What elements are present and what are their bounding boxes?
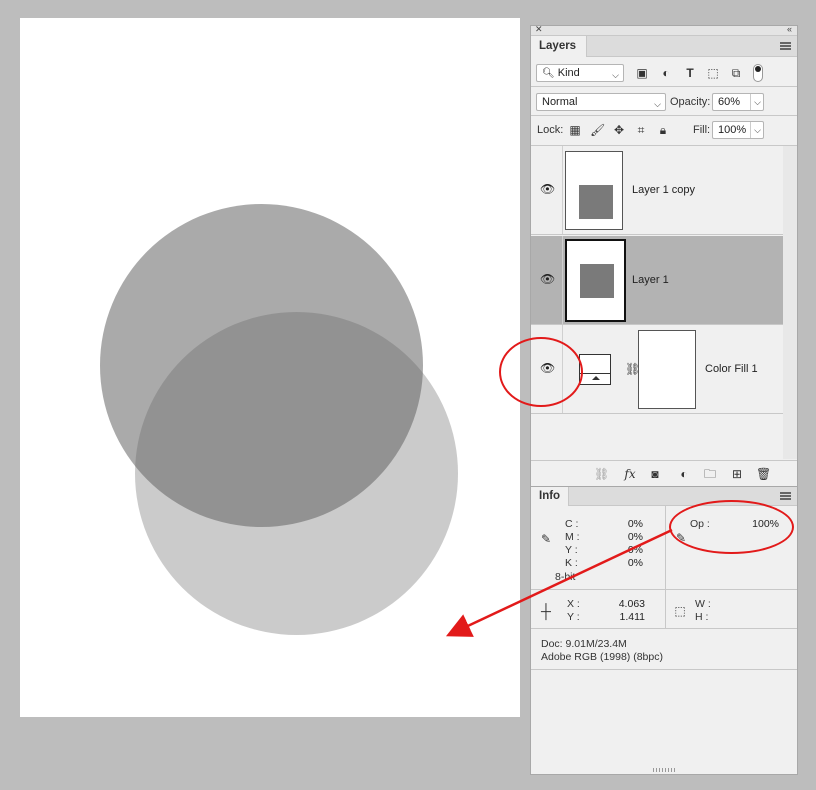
shape-filter-icon[interactable]: ⬚ — [706, 66, 720, 80]
filter-kind-dropdown[interactable]: 🔍︎ Kind ⌵ — [536, 64, 624, 82]
folder-icon[interactable]: 🗀︎ — [703, 467, 717, 481]
crop-icon[interactable]: ⌗ — [634, 123, 648, 137]
panel-topbar: ✕ « — [531, 24, 797, 36]
k-value: 0% — [627, 557, 643, 569]
chevron-down-icon[interactable]: ⌵ — [750, 122, 761, 138]
fill-value: 100% — [718, 124, 747, 136]
smart-object-filter-icon[interactable]: ⧉ — [729, 66, 743, 80]
k-label: K : — [565, 557, 578, 569]
visibility-eye-icon[interactable]: 👁︎ — [540, 273, 555, 285]
visibility-eye-icon[interactable]: 👁︎ — [540, 183, 555, 195]
blend-mode-value: Normal — [542, 96, 578, 108]
resize-grip[interactable] — [653, 768, 675, 772]
lock-label: Lock: — [537, 124, 564, 136]
layer-name[interactable]: Layer 1 copy — [632, 184, 695, 196]
y-value: 0% — [627, 544, 643, 556]
y-coord-value: 1.411 — [619, 611, 646, 623]
layers-scrollbar[interactable] — [783, 146, 797, 459]
filter-toggle-icon[interactable] — [753, 64, 763, 82]
doc-size: Doc: 9.01M/23.4M — [541, 638, 627, 650]
adjustment-layer-icon[interactable]: ◐ — [677, 467, 691, 481]
trash-icon[interactable]: 🗑︎ — [756, 467, 771, 481]
chevron-down-icon: ⌵ — [654, 99, 661, 109]
collapse-icon[interactable]: « — [787, 24, 792, 34]
pixel-layer-filter-icon[interactable]: ▣ — [635, 66, 649, 80]
eyedropper-icon[interactable]: ✎ — [539, 532, 553, 546]
lock-row: Lock: ▦ 🖌︎ ✥ ⌗ 🔒︎ Fill: 100% ⌵ — [531, 116, 797, 144]
x-label: X : — [567, 598, 580, 610]
close-icon[interactable]: ✕ — [535, 24, 543, 35]
lock-icon[interactable]: 🔒︎ — [656, 123, 670, 137]
layer-row-layer-1-copy[interactable]: 👁︎ Layer 1 copy — [531, 146, 783, 235]
tab-info[interactable]: Info — [531, 487, 570, 506]
panel-menu-icon[interactable] — [780, 492, 791, 500]
annotation-circle-eye — [499, 337, 583, 407]
panel-menu-icon[interactable] — [780, 42, 791, 50]
color-profile: Adobe RGB (1998) (8bpc) — [541, 651, 663, 663]
fill-adjustment-icon — [579, 354, 611, 385]
selection-size-icon: ⬚ — [674, 604, 686, 618]
chevron-down-icon[interactable]: ⌵ — [750, 94, 761, 110]
new-layer-icon[interactable]: ⊞ — [730, 467, 744, 481]
w-label: W : — [695, 598, 711, 610]
fill-label: Fill: — [693, 124, 711, 136]
layer-thumbnail — [565, 239, 626, 322]
layer-name[interactable]: Color Fill 1 — [705, 363, 758, 375]
m-value: 0% — [627, 531, 643, 543]
opacity-value: 60% — [718, 96, 741, 108]
h-label: H : — [695, 611, 709, 623]
add-mask-icon[interactable]: ◙ — [648, 467, 662, 481]
x-value: 4.063 — [618, 598, 645, 610]
document-canvas[interactable] — [20, 18, 520, 717]
layer-mask-thumbnail — [638, 330, 696, 409]
blend-row: Normal ⌵ Opacity: 60% ⌵ — [531, 87, 797, 115]
filter-kind-label: Kind — [557, 67, 580, 79]
brush-icon[interactable]: 🖌︎ — [590, 123, 605, 137]
adjustment-filter-icon[interactable]: ◐ — [659, 66, 673, 80]
blend-mode-dropdown[interactable]: Normal ⌵ — [536, 93, 666, 111]
bit-depth: 8-bit — [555, 571, 576, 583]
type-filter-icon[interactable]: T — [683, 66, 697, 80]
layers-tabbar: Layers — [531, 36, 797, 57]
layer-name[interactable]: Layer 1 — [632, 274, 669, 286]
annotation-circle-op — [669, 500, 794, 554]
y-label: Y : — [565, 544, 578, 556]
circle-dark — [100, 204, 423, 527]
layer-thumbnail — [565, 151, 623, 230]
tab-layers[interactable]: Layers — [531, 36, 588, 57]
chevron-down-icon: ⌵ — [612, 70, 619, 80]
fx-icon[interactable]: fx — [623, 467, 637, 481]
c-value: 0% — [627, 518, 643, 530]
c-label: C : — [565, 518, 579, 530]
opacity-field[interactable]: 60% ⌵ — [712, 93, 764, 111]
crosshair-icon: ┼ — [541, 603, 551, 619]
link-layers-icon[interactable]: ⛓︎ — [594, 467, 609, 481]
fill-field[interactable]: 100% ⌵ — [712, 121, 764, 139]
layer-row-layer-1[interactable]: 👁︎ Layer 1 — [531, 236, 783, 325]
m-label: M : — [565, 531, 580, 543]
search-icon: 🔍︎ — [542, 68, 555, 79]
lock-transparent-icon[interactable]: ▦ — [568, 123, 582, 137]
filter-row: 🔍︎ Kind ⌵ ▣ ◐ T ⬚ ⧉ — [531, 58, 797, 86]
panel-dock: ✕ « Layers 🔍︎ Kind ⌵ ▣ ◐ T ⬚ ⧉ Normal ⌵ … — [530, 24, 798, 775]
move-icon[interactable]: ✥ — [612, 123, 626, 137]
layers-bottom-toolbar: ⛓︎ fx ◙ ◐ 🗀︎ ⊞ 🗑︎ — [531, 460, 797, 487]
y-coord-label: Y : — [567, 611, 580, 623]
opacity-label: Opacity: — [670, 96, 711, 108]
